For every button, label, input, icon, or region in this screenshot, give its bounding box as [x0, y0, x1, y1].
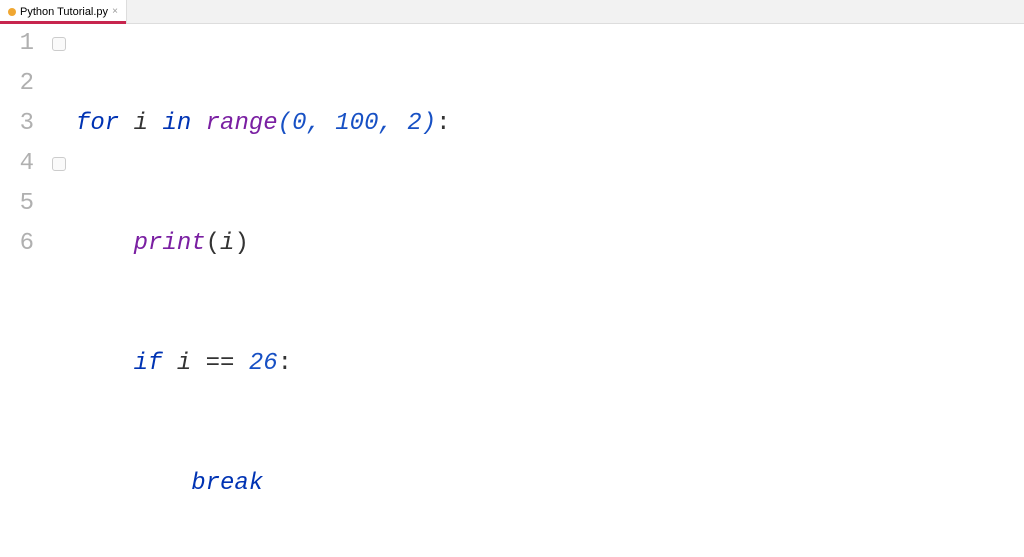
editor-tab-bar: Python Tutorial.py × [0, 0, 1024, 24]
editor-tab[interactable]: Python Tutorial.py × [0, 0, 127, 23]
code-line[interactable]: print(i) [74, 224, 1024, 264]
line-number-gutter: 1 2 3 4 5 6 [0, 24, 48, 557]
fold-handle-icon[interactable] [52, 37, 66, 51]
fold-handle-icon[interactable] [52, 157, 66, 171]
line-number: 6 [0, 224, 34, 264]
python-file-icon [8, 8, 16, 16]
fold-column [48, 24, 74, 557]
line-number: 4 [0, 144, 34, 184]
code-line[interactable]: break [74, 464, 1024, 504]
code-line[interactable]: for i in range(0, 100, 2): [74, 104, 1024, 144]
line-number: 2 [0, 64, 34, 104]
line-number: 1 [0, 24, 34, 64]
close-icon[interactable]: × [112, 6, 118, 17]
line-number: 3 [0, 104, 34, 144]
code-editor[interactable]: 1 2 3 4 5 6 for i in range(0, 100, 2): p… [0, 24, 1024, 557]
code-line[interactable]: if i == 26: [74, 344, 1024, 384]
code-area[interactable]: for i in range(0, 100, 2): print(i) if i… [74, 24, 1024, 557]
editor-tab-label: Python Tutorial.py [20, 6, 108, 18]
line-number: 5 [0, 184, 34, 224]
